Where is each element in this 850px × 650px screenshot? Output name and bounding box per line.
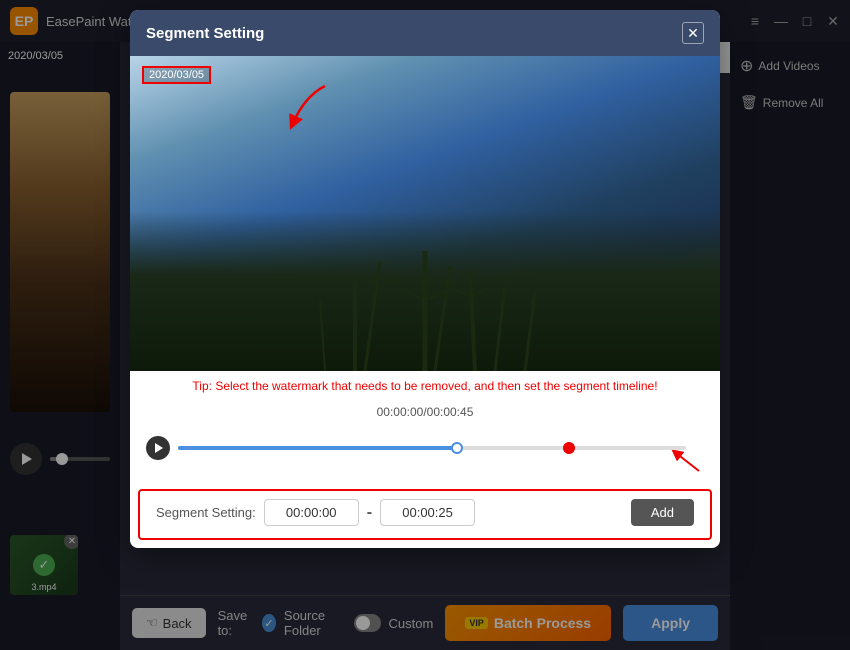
timeline-time-display: 00:00:00/00:00:45 <box>146 405 704 419</box>
segment-setting-label: Segment Setting: <box>156 505 256 520</box>
timeline-thumb[interactable] <box>451 442 463 454</box>
modal-close-button[interactable]: ✕ <box>682 22 704 44</box>
segment-start-time-input[interactable] <box>264 499 359 526</box>
add-segment-button[interactable]: Add <box>631 499 694 526</box>
segment-setting-row: Segment Setting: - Add <box>138 489 712 540</box>
arrow-indicator <box>285 81 335 141</box>
tip-text: Tip: Select the watermark that needs to … <box>130 371 720 401</box>
modal-video-area: 2020/03/05 <box>130 56 720 371</box>
time-separator: - <box>367 504 372 522</box>
segment-end-time-input[interactable] <box>380 499 475 526</box>
timeline-progress <box>178 446 457 450</box>
plant-silhouette <box>275 241 575 371</box>
red-arrow-icon <box>285 81 335 136</box>
modal-timeline: 00:00:00/00:00:45 <box>130 401 720 489</box>
video-watermark-text: 2020/03/05 <box>142 66 211 84</box>
modal-overlay: Segment Setting ✕ 2020/03/05 <box>0 0 850 650</box>
timeline-scrubber[interactable] <box>178 446 686 450</box>
modal-title: Segment Setting <box>146 25 264 42</box>
play-icon <box>155 443 163 453</box>
timeline-marker[interactable] <box>563 442 575 454</box>
modal-header: Segment Setting ✕ <box>130 10 720 56</box>
segment-setting-modal: Segment Setting ✕ 2020/03/05 <box>130 10 720 548</box>
timeline-play-button[interactable] <box>146 436 170 460</box>
timeline-track <box>146 423 704 473</box>
